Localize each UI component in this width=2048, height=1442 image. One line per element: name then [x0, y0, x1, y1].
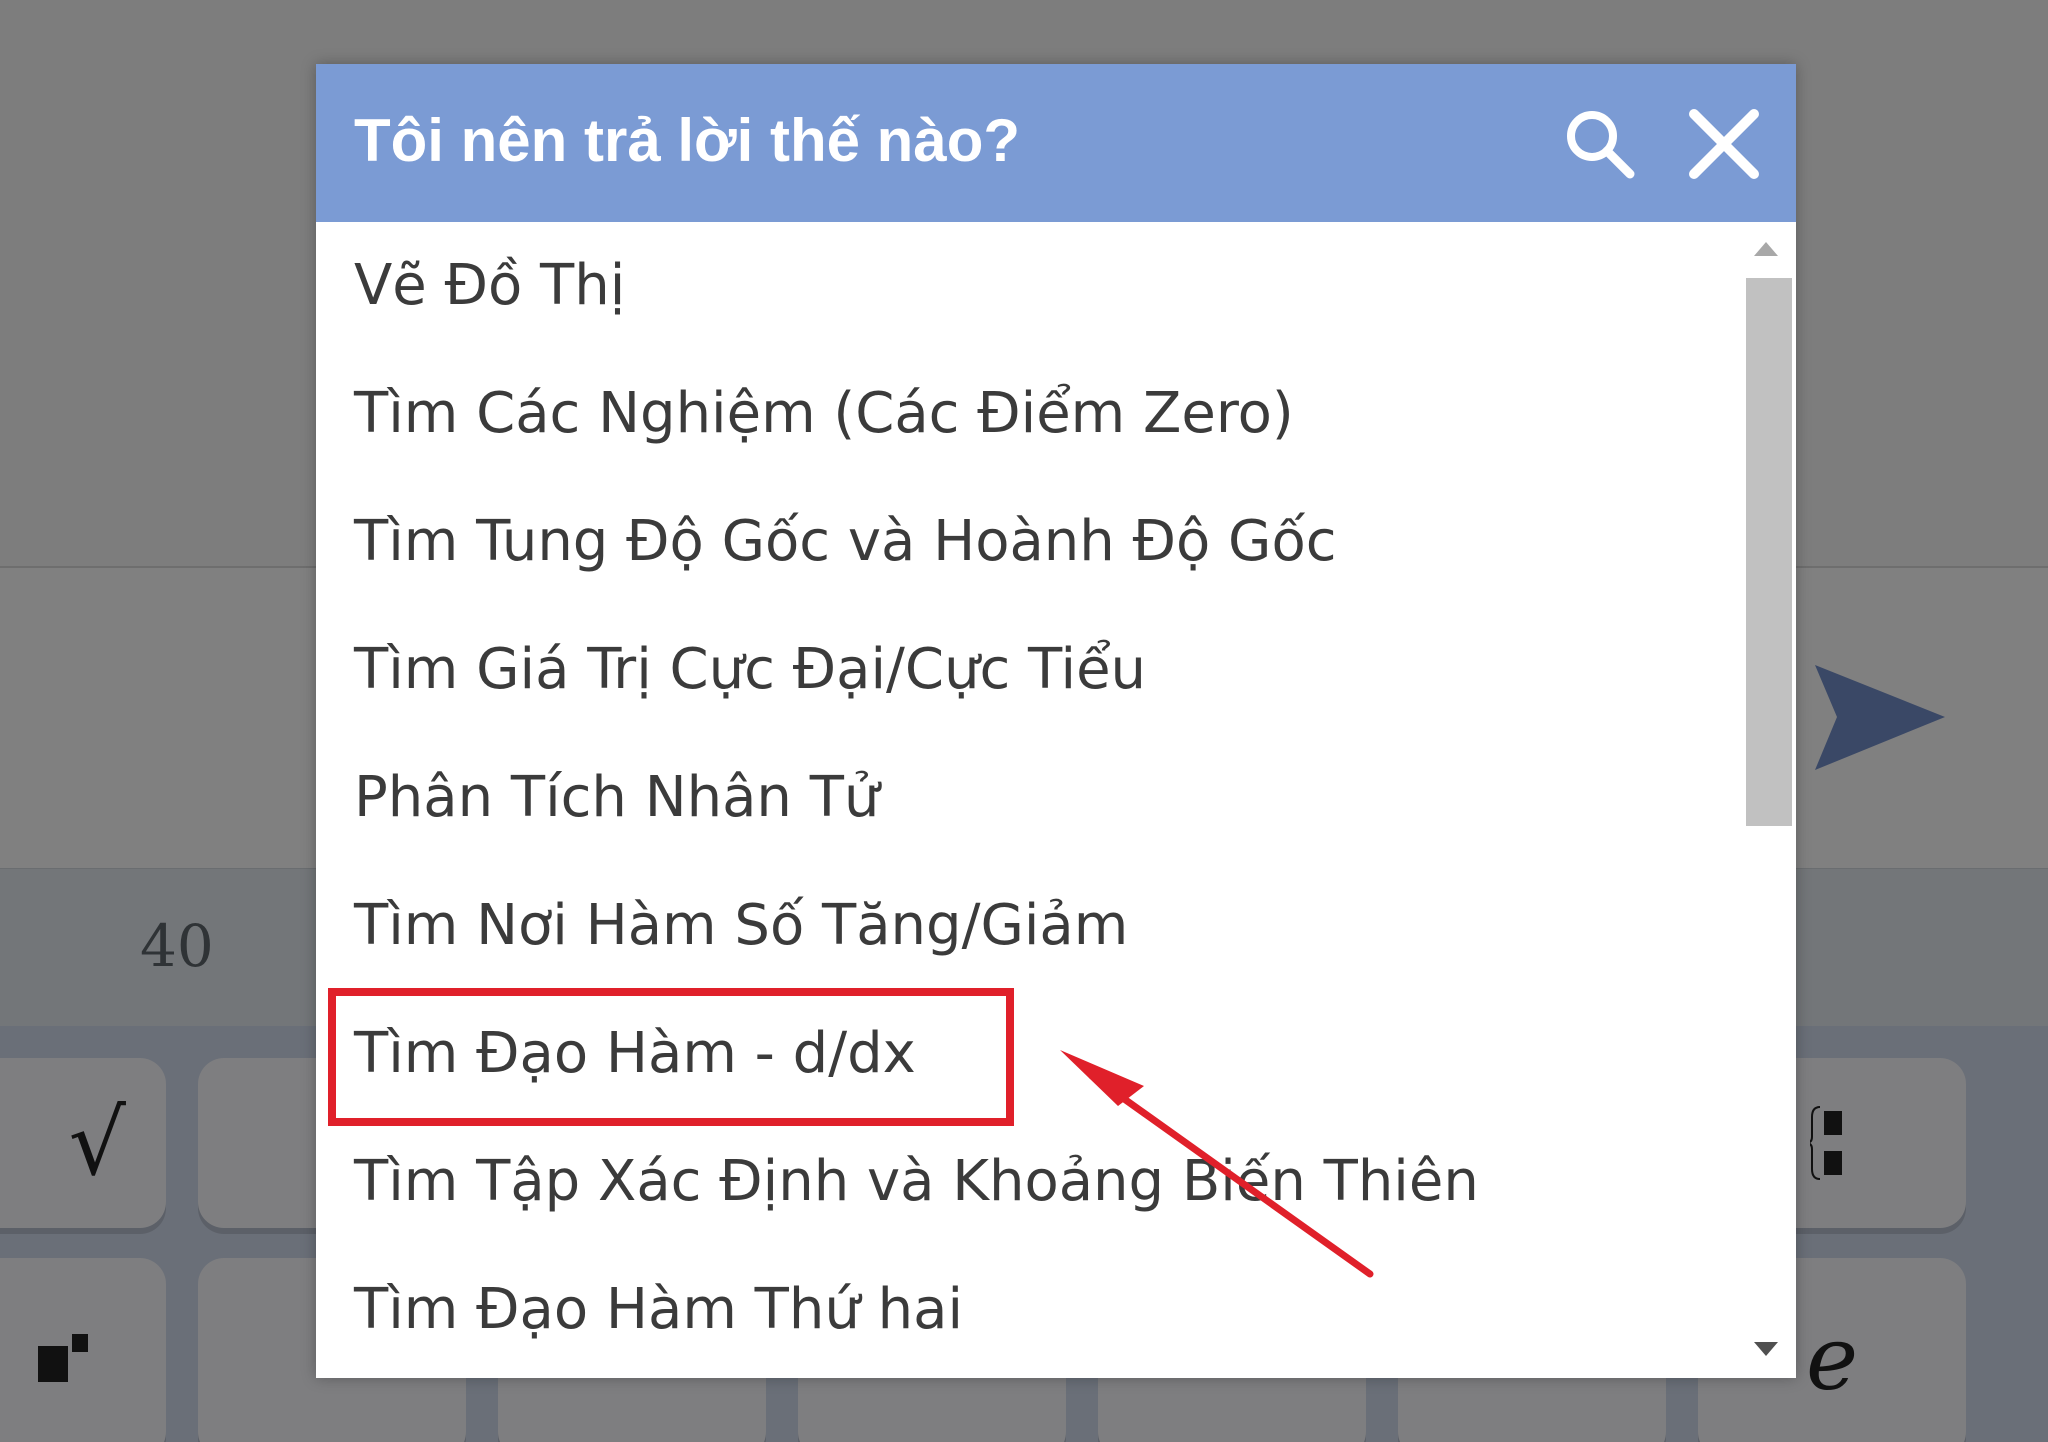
- option-find-intercepts[interactable]: Tìm Tung Độ Gốc và Hoành Độ Gốc: [316, 478, 1736, 606]
- option-increasing-decreasing[interactable]: Tìm Nơi Hàm Số Tăng/Giảm: [316, 862, 1736, 990]
- list-scrollbar[interactable]: [1736, 222, 1796, 1378]
- option-second-derivative[interactable]: Tìm Đạo Hàm Thứ hai: [316, 1246, 1736, 1374]
- answer-options-list: Vẽ Đồ Thị Tìm Các Nghiệm (Các Điểm Zero)…: [316, 222, 1736, 1378]
- highlight-box: [328, 988, 1014, 1126]
- keyboard-number-label: 40: [140, 912, 214, 980]
- close-icon[interactable]: [1686, 106, 1762, 182]
- option-find-max-min[interactable]: Tìm Giá Trị Cực Đại/Cực Tiểu: [316, 606, 1736, 734]
- option-domain-range[interactable]: Tìm Tập Xác Định và Khoảng Biến Thiên: [316, 1118, 1736, 1246]
- sqrt-key[interactable]: √: [0, 1058, 166, 1228]
- send-arrow-icon[interactable]: [1815, 665, 1945, 770]
- scroll-down-arrow-icon[interactable]: [1754, 1342, 1778, 1356]
- annotation-arrow-icon: [1060, 1050, 1374, 1278]
- dialog-title: Tôi nên trả lời thế nào?: [354, 107, 1021, 174]
- scroll-thumb[interactable]: [1746, 278, 1792, 826]
- option-find-roots[interactable]: Tìm Các Nghiệm (Các Điểm Zero): [316, 350, 1736, 478]
- power-icon: [38, 1334, 88, 1382]
- power-key[interactable]: [0, 1258, 166, 1442]
- scroll-up-arrow-icon[interactable]: [1754, 242, 1778, 256]
- dialog-header: Tôi nên trả lời thế nào?: [316, 64, 1796, 222]
- screen: 40 √ e Tôi nên trả lời thế nào? Vẽ Đồ Th…: [0, 0, 2048, 1442]
- option-graph[interactable]: Vẽ Đồ Thị: [316, 222, 1736, 350]
- brace-icon: [1810, 1106, 1842, 1180]
- option-factor[interactable]: Phân Tích Nhân Tử: [316, 734, 1736, 862]
- search-icon[interactable]: [1560, 104, 1640, 184]
